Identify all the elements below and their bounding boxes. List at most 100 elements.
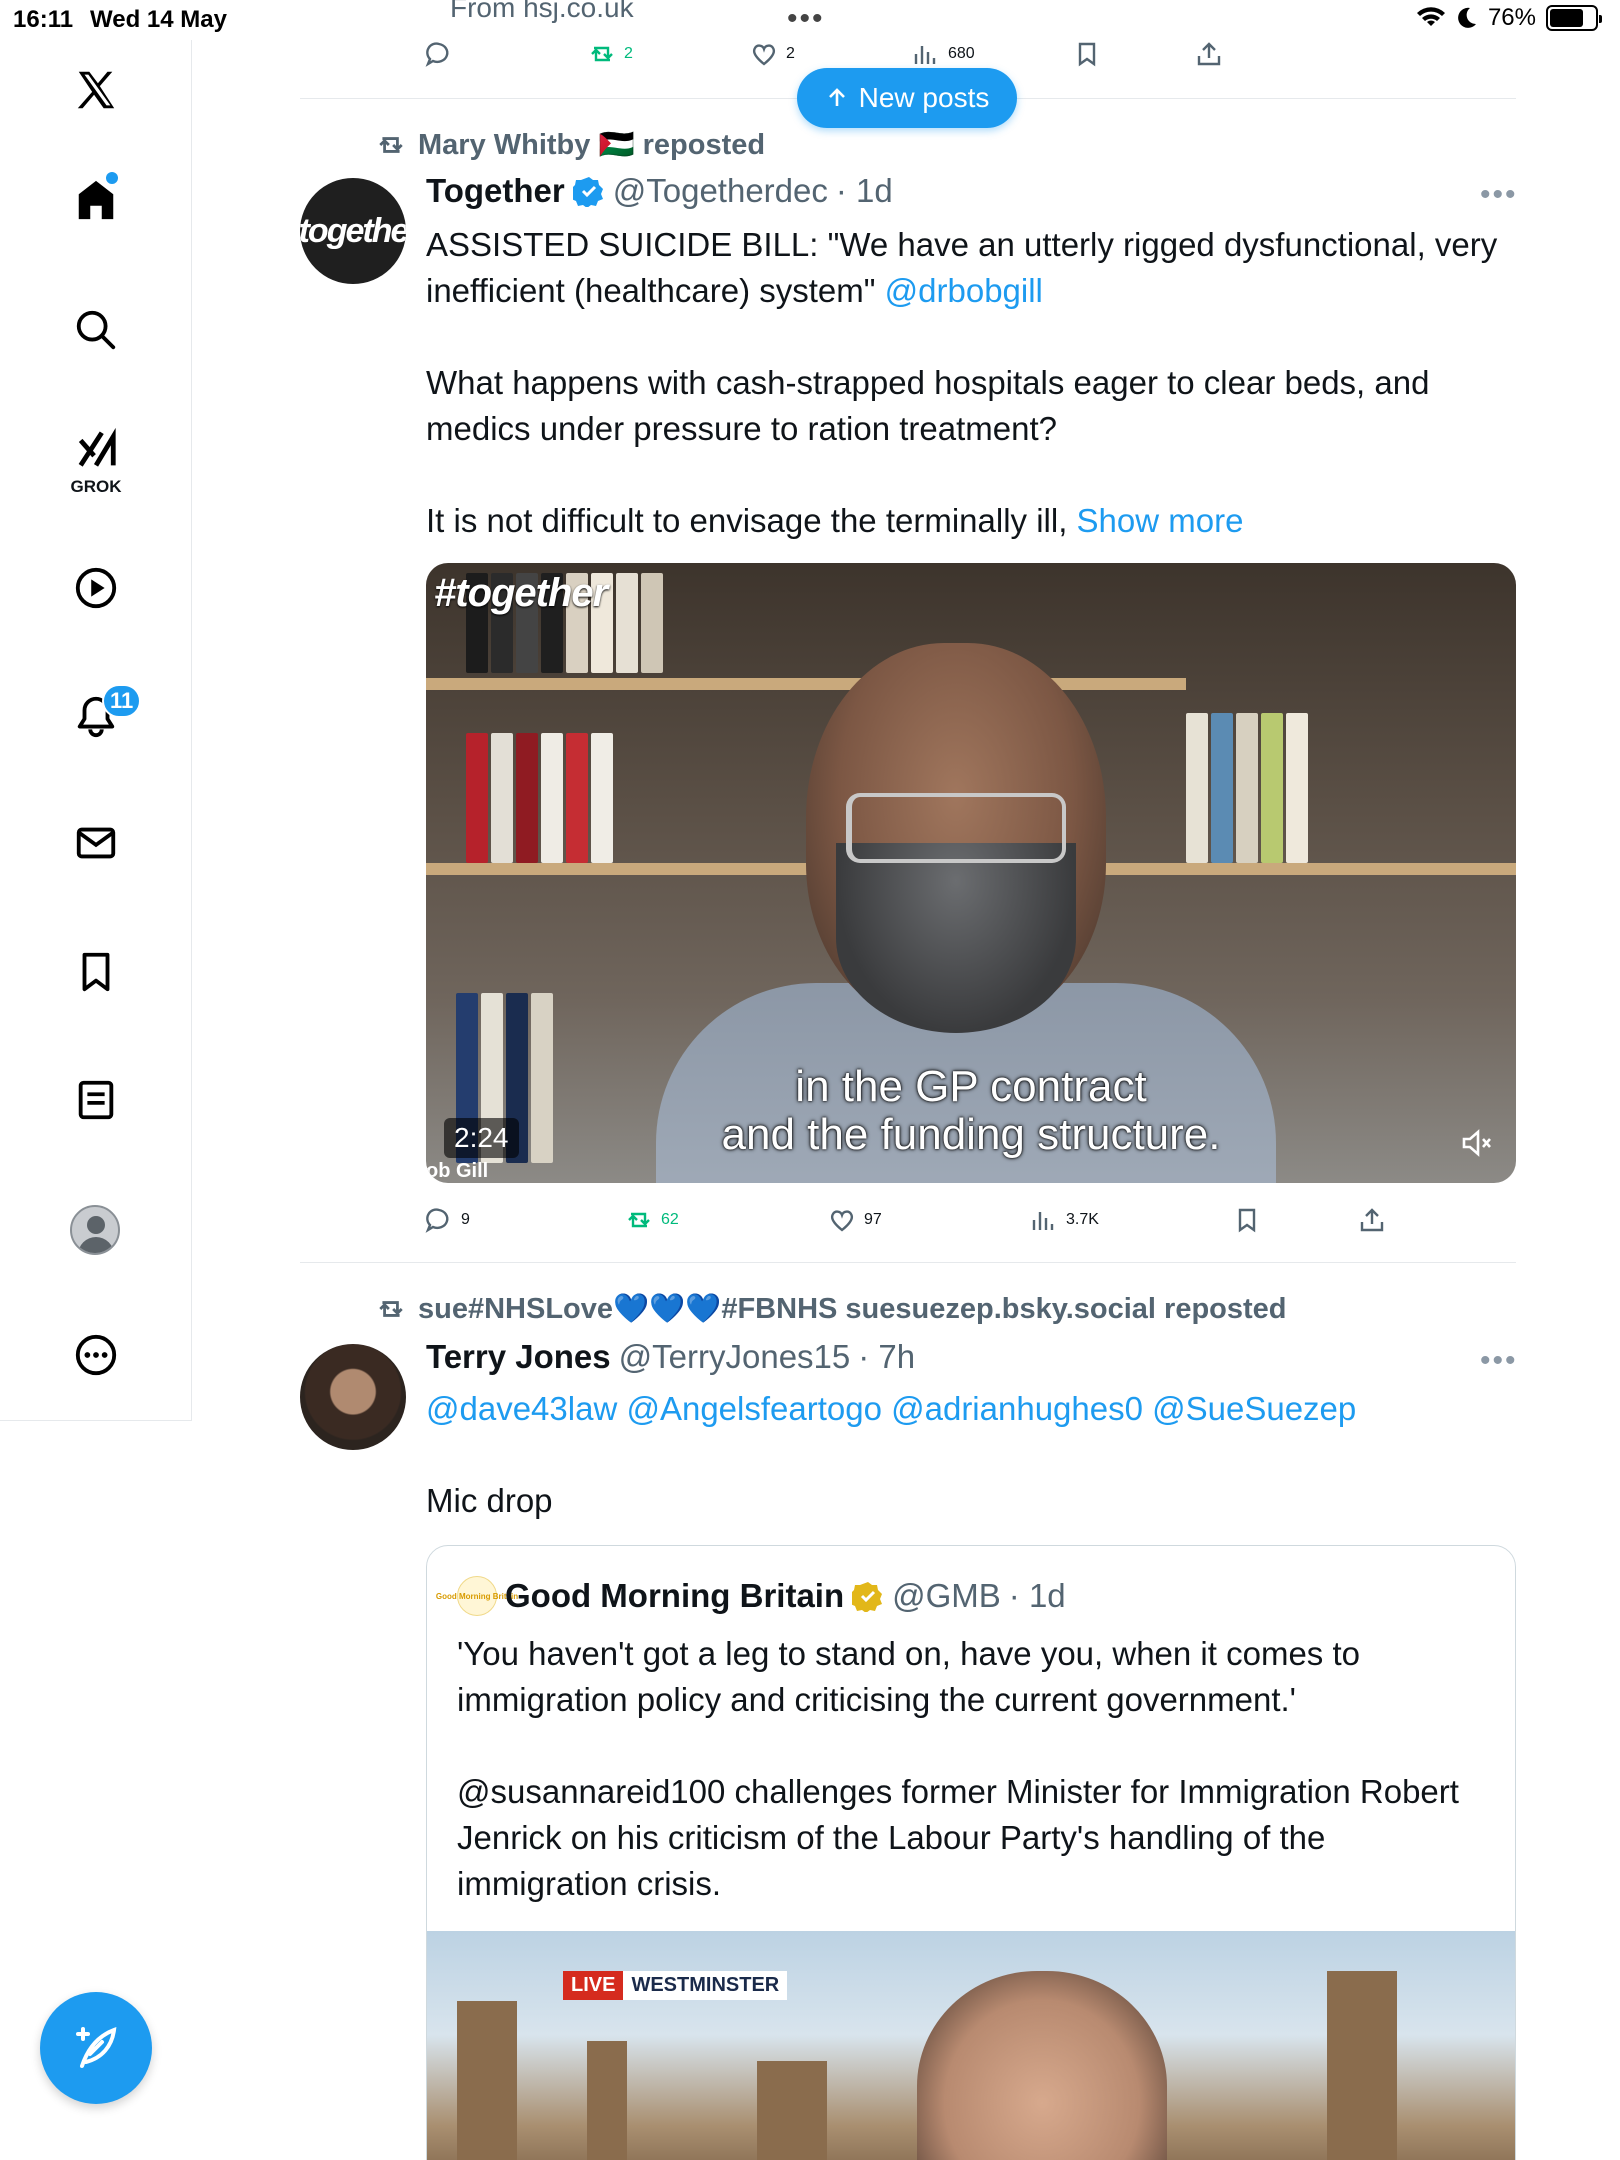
- lists-icon[interactable]: [66, 1070, 126, 1130]
- more-icon[interactable]: [66, 1325, 126, 1385]
- status-right: 76%: [1416, 4, 1602, 32]
- share-icon: [1197, 42, 1221, 66]
- author-handle[interactable]: @TerryJones15: [619, 1338, 851, 1376]
- bookmarks-icon[interactable]: [66, 942, 126, 1002]
- quoted-post[interactable]: Good Morning Britain Good Morning Britai…: [426, 1545, 1516, 2160]
- sidebar-divider: [0, 1420, 192, 1421]
- books: [1186, 713, 1308, 863]
- live-label: LIVE: [563, 1971, 624, 2000]
- mute-icon[interactable]: [1456, 1123, 1496, 1163]
- gmb-logo: Good Morning Britain: [436, 1576, 518, 1616]
- profile-avatar-icon[interactable]: [70, 1205, 120, 1255]
- analytics-icon: [914, 46, 936, 64]
- repost-count: 2: [624, 45, 633, 62]
- parliament-tower: [587, 2041, 627, 2160]
- speaker-beard: [836, 843, 1076, 1033]
- repost-icon: [591, 46, 613, 62]
- post-more-icon[interactable]: •••: [1480, 1344, 1518, 1378]
- repost-icon: [379, 137, 403, 153]
- mention-link[interactable]: @drbobgill: [885, 272, 1043, 309]
- parliament-tower: [757, 2061, 827, 2160]
- heart-icon: [752, 44, 776, 66]
- video-duration: 2:24: [444, 1118, 519, 1158]
- post-video[interactable]: #together in the GP contract and the fun…: [426, 563, 1516, 1183]
- books: [466, 733, 613, 863]
- interviewee-face: [917, 1971, 1167, 2160]
- messages-icon[interactable]: [66, 813, 126, 873]
- bookmark-button[interactable]: [1233, 1206, 1261, 1234]
- post-body: Mic drop: [426, 1482, 553, 1519]
- location-label: WESTMINSTER: [623, 1971, 788, 2000]
- search-icon[interactable]: [66, 300, 126, 360]
- video-watermark: #together: [434, 571, 608, 615]
- x-logo-icon[interactable]: [66, 60, 126, 120]
- author-name[interactable]: Together: [426, 172, 565, 210]
- share-button[interactable]: [1358, 1206, 1386, 1234]
- quote-paragraph-1: 'You haven't got a leg to stand on, have…: [457, 1635, 1360, 1718]
- video-lower-third: ob Gill: [426, 1160, 489, 1182]
- post-paragraph-2: What happens with cash-strapped hospital…: [426, 364, 1430, 447]
- quote-time[interactable]: · 1d: [1009, 1577, 1066, 1615]
- repost-button[interactable]: 2: [588, 40, 633, 68]
- reply-button[interactable]: 9: [425, 1206, 470, 1234]
- repost-context: sue#NHSLove💙💙💙#FBNHS suesuezep.bsky.soci…: [376, 1292, 1287, 1326]
- post-text: @dave43law @Angelsfeartogo @adrianhughes…: [426, 1386, 1516, 1524]
- quote-media-image[interactable]: LIVE WESTMINSTER: [427, 1931, 1515, 2160]
- battery-percent: 76%: [1487, 4, 1536, 31]
- like-button[interactable]: 2: [750, 40, 795, 68]
- reply-button[interactable]: [425, 40, 453, 68]
- reply-icon: [425, 1208, 449, 1233]
- bookmark-icon: [1238, 1208, 1256, 1233]
- post-header: Terry Jones @TerryJones15 · 7h: [426, 1338, 915, 1376]
- post-text: ASSISTED SUICIDE BILL: "We have an utter…: [426, 222, 1516, 544]
- compose-feather-icon: [76, 2026, 117, 2068]
- verified-gold-badge-icon: [852, 1582, 883, 1612]
- bookshelf: [426, 678, 1186, 690]
- view-count: 3.7K: [1066, 1211, 1099, 1228]
- quote-text: 'You haven't got a leg to stand on, have…: [457, 1631, 1497, 1907]
- reply-count: 9: [461, 1211, 470, 1228]
- views-button[interactable]: 3.7K: [1030, 1206, 1099, 1234]
- share-button[interactable]: [1195, 40, 1223, 68]
- author-name[interactable]: Terry Jones: [426, 1338, 611, 1376]
- view-count: 680: [948, 45, 975, 62]
- repost-context-text: Mary Whitby 🇵🇸 reposted: [418, 129, 766, 161]
- verified-badge-icon: [572, 177, 603, 207]
- views-button[interactable]: 680: [912, 40, 975, 68]
- repost-button[interactable]: 62: [625, 1206, 679, 1234]
- like-button[interactable]: 97: [828, 1206, 882, 1234]
- live-badge: LIVE WESTMINSTER: [563, 1971, 788, 2000]
- bookmark-button[interactable]: [1073, 40, 1101, 68]
- heart-icon: [830, 1210, 854, 1232]
- battery-icon: [1546, 5, 1602, 31]
- repost-context-text: sue#NHSLove💙💙💙#FBNHS suesuezep.bsky.soci…: [418, 1293, 1287, 1325]
- post-time[interactable]: · 7h: [858, 1338, 915, 1376]
- post-paragraph-3-text: It is not difficult to envisage the term…: [426, 502, 1068, 539]
- video-icon[interactable]: [66, 558, 126, 618]
- compose-post-button[interactable]: [40, 1992, 152, 2104]
- mention-links[interactable]: @dave43law @Angelsfeartogo @adrianhughes…: [426, 1386, 1516, 1432]
- post-time[interactable]: · 1d: [836, 172, 893, 210]
- moon-icon: [1458, 7, 1476, 28]
- grok-icon[interactable]: [66, 420, 126, 480]
- new-posts-button[interactable]: New posts: [797, 68, 1017, 128]
- video-subtitle-line1: in the GP contract: [795, 1062, 1147, 1111]
- author-handle[interactable]: @Togetherdec: [613, 172, 828, 210]
- quote-paragraph-2: @susannareid100 challenges former Minist…: [457, 1773, 1459, 1902]
- speaker-glasses: [846, 793, 1066, 863]
- quote-author-name[interactable]: Good Morning Britain: [505, 1577, 844, 1615]
- author-avatar[interactable]: togethe: [300, 178, 406, 284]
- repost-count: 62: [661, 1211, 679, 1228]
- multitask-dots[interactable]: •••: [787, 2, 825, 36]
- post-more-icon[interactable]: •••: [1480, 178, 1518, 212]
- share-icon: [1360, 1208, 1384, 1232]
- parliament-tower: [457, 2001, 517, 2160]
- reply-icon: [425, 42, 449, 67]
- status-bar: 16:11 Wed 14 May ••• 76%: [0, 0, 1620, 40]
- arrow-up-icon: [828, 88, 845, 106]
- repost-icon: [628, 1212, 650, 1228]
- quote-author-handle[interactable]: @GMB: [892, 1577, 1001, 1615]
- author-avatar[interactable]: [300, 1344, 406, 1450]
- show-more-link[interactable]: Show more: [1077, 502, 1244, 539]
- status-date: Wed 14 May: [90, 6, 227, 33]
